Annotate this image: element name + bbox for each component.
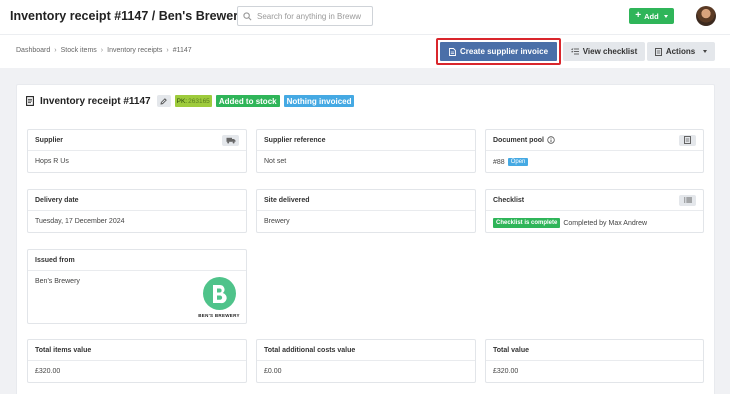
- site-delivered-label: Site delivered: [264, 196, 310, 204]
- create-supplier-invoice-button-outline: Create supplier invoice: [436, 38, 561, 65]
- receipt-header: Inventory receipt #1147 PK: 263165 Added …: [26, 94, 355, 108]
- plus-icon: +: [635, 10, 642, 21]
- chevron-down-icon: [663, 14, 668, 18]
- document-icon: [449, 47, 456, 56]
- search-input[interactable]: [257, 11, 369, 21]
- total-value-label: Total value: [493, 346, 530, 354]
- checklist-completed-by: Completed by Max Andrew: [563, 219, 648, 227]
- pencil-icon: [160, 97, 167, 105]
- edit-button[interactable]: [156, 95, 171, 107]
- info-icon[interactable]: [547, 136, 555, 144]
- breadcrumb-current: #1147: [172, 47, 192, 54]
- breadcrumb-inventory-receipts[interactable]: Inventory receipts: [107, 47, 162, 54]
- breadcrumb-stock-items[interactable]: Stock items: [61, 47, 97, 54]
- supplier-card: Supplier Hops R Us: [27, 129, 247, 173]
- truck-icon: [226, 137, 235, 143]
- checklist-icon: [570, 48, 579, 55]
- document-icon: [684, 136, 691, 144]
- total-value: £320.00: [493, 368, 519, 375]
- site-delivered-card: Site delivered Brewery: [256, 189, 476, 233]
- checklist-complete-tag: Checklist is complete: [493, 218, 561, 228]
- pk-value: 263165: [188, 97, 210, 105]
- total-additional-costs-card: Total additional costs value £0.00: [256, 339, 476, 383]
- issued-from-value: Ben's Brewery: [35, 278, 80, 285]
- sub-bar: Dashboard › Stock items › Inventory rece…: [0, 34, 730, 68]
- total-additional-costs-label: Total additional costs value: [264, 346, 356, 354]
- delivery-date-value: Tuesday, 17 December 2024: [35, 218, 125, 225]
- actions-label: Actions: [665, 47, 696, 56]
- open-tag: Open: [507, 158, 529, 166]
- added-to-stock-badge: Added to stock: [215, 95, 280, 107]
- chevron-down-icon: [703, 50, 708, 53]
- total-items-value-card: Total items value £320.00: [27, 339, 247, 383]
- pk-label: PK:: [176, 97, 188, 105]
- document-pool-action-button[interactable]: [679, 134, 696, 146]
- brewery-logo-letter: [213, 284, 227, 303]
- add-button[interactable]: + Add: [629, 8, 674, 24]
- search-icon: [243, 11, 252, 20]
- brewery-logo-circle: [202, 277, 236, 310]
- supplier-action-button[interactable]: [222, 134, 239, 146]
- total-items-value: £320.00: [35, 368, 61, 375]
- pk-badge: PK: 263165: [174, 95, 212, 107]
- document-pool-label: Document pool: [493, 136, 544, 144]
- view-checklist-button[interactable]: View checklist: [563, 42, 645, 61]
- breadcrumb-dashboard[interactable]: Dashboard: [16, 47, 50, 54]
- list-icon: [683, 197, 692, 203]
- create-supplier-invoice-button[interactable]: Create supplier invoice: [440, 42, 557, 61]
- add-button-label: Add: [644, 11, 659, 21]
- brewery-logo-text: BEN'S BREWERY: [198, 313, 240, 318]
- brewery-logo: BEN'S BREWERY: [198, 277, 240, 321]
- delivery-date-label: Delivery date: [35, 196, 79, 204]
- checklist-label: Checklist: [493, 196, 525, 204]
- create-supplier-invoice-label: Create supplier invoice: [459, 47, 549, 56]
- actions-button[interactable]: Actions: [647, 42, 715, 61]
- issued-from-card: Issued from Ben's Brewery BEN'S BREWERY: [27, 249, 247, 324]
- total-items-value-label: Total items value: [35, 346, 92, 354]
- checklist-action-button[interactable]: [679, 194, 696, 206]
- document-pool-card: Document pool #88 Open: [485, 129, 704, 173]
- user-avatar[interactable]: [696, 6, 716, 26]
- checklist-card: Checklist Checklist is complete Complete…: [485, 189, 704, 233]
- document-pool-heading: Document pool: [493, 136, 555, 144]
- supplier-label: Supplier: [35, 136, 64, 144]
- search-box[interactable]: [237, 6, 373, 26]
- supplier-value[interactable]: Hops R Us: [35, 158, 69, 165]
- top-bar: Inventory receipt #1147 / Ben's Brewery …: [0, 0, 730, 34]
- view-checklist-label: View checklist: [582, 47, 638, 56]
- total-value-card: Total value £320.00: [485, 339, 704, 383]
- receipt-icon: [26, 96, 34, 106]
- receipt-title: Inventory receipt #1147: [40, 95, 151, 107]
- breadcrumb-separator: ›: [166, 47, 169, 54]
- breadcrumb-separator: ›: [54, 47, 57, 54]
- site-delivered-value: Brewery: [264, 218, 290, 225]
- nothing-invoiced-badge: Nothing invoiced: [283, 95, 355, 107]
- breadcrumb: Dashboard › Stock items › Inventory rece…: [16, 47, 192, 54]
- document-icon: [654, 47, 662, 56]
- document-pool-value[interactable]: #88: [493, 159, 505, 166]
- supplier-reference-label: Supplier reference: [264, 136, 326, 144]
- page-title: Inventory receipt #1147 / Ben's Brewery: [10, 9, 246, 23]
- supplier-reference-value: Not set: [264, 158, 287, 165]
- delivery-date-card: Delivery date Tuesday, 17 December 2024: [27, 189, 247, 233]
- total-additional-costs-value: £0.00: [264, 368, 282, 375]
- supplier-reference-card: Supplier reference Not set: [256, 129, 476, 173]
- issued-from-label: Issued from: [35, 256, 75, 264]
- breadcrumb-separator: ›: [100, 47, 104, 54]
